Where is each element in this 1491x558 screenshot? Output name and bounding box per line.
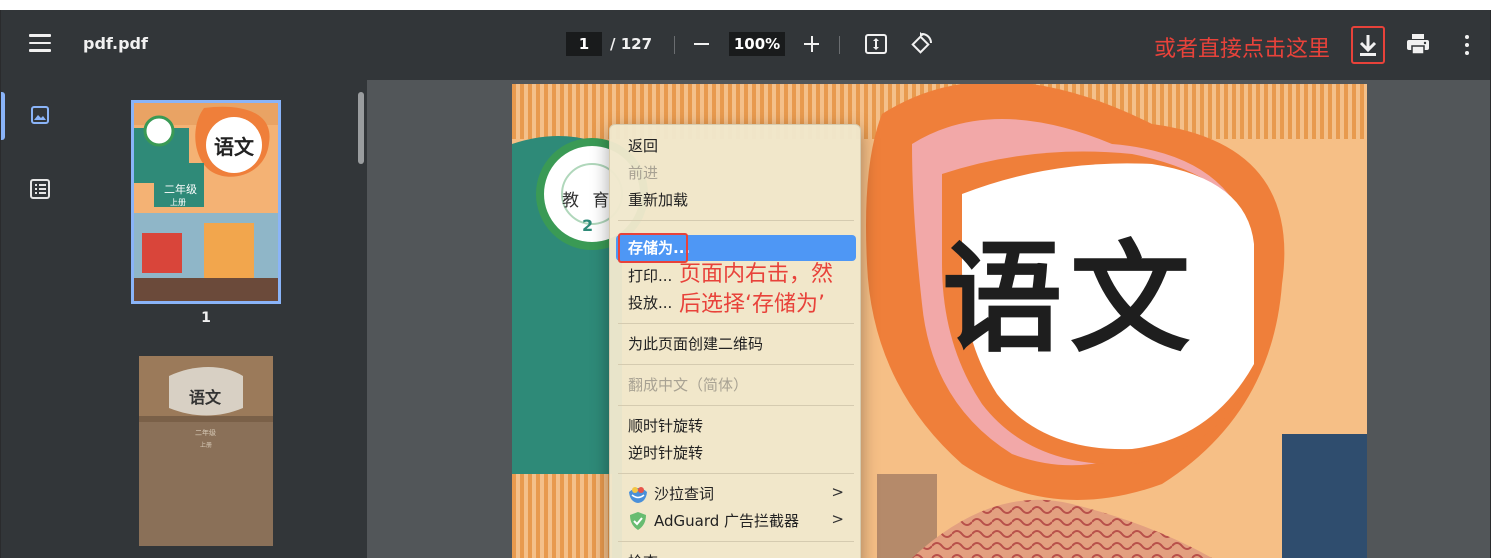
document-title: pdf.pdf <box>83 34 148 53</box>
menu-divider <box>618 220 854 221</box>
menu-item-adguard[interactable]: AdGuard 广告拦截器 <box>654 510 799 532</box>
thumbnails-icon[interactable] <box>29 104 51 126</box>
more-vert-icon[interactable] <box>1459 34 1475 56</box>
menu-item-rotate-cw[interactable]: 顺时针旋转 <box>628 415 703 437</box>
menu-item-qr-code[interactable]: 为此页面创建二维码 <box>628 333 763 355</box>
annotation-line: 后选择‘存储为’ <box>679 292 825 317</box>
thumb1-volume: 上册 <box>170 198 186 207</box>
menu-item-rotate-ccw[interactable]: 逆时针旋转 <box>628 442 703 464</box>
menu-item-inspect[interactable]: 检查 <box>628 551 658 558</box>
toolbar-divider <box>674 36 675 54</box>
rotate-icon[interactable] <box>909 32 933 56</box>
menu-divider <box>618 364 854 365</box>
download-icon[interactable] <box>1351 26 1385 64</box>
menu-icon[interactable] <box>29 34 51 54</box>
thumb1-cover-title: 语文 <box>214 135 254 159</box>
menu-item-forward[interactable]: 前进 <box>628 162 658 184</box>
zoom-in-icon[interactable] <box>801 32 823 56</box>
fit-page-icon[interactable] <box>865 34 887 54</box>
menu-item-reload[interactable]: 重新加载 <box>628 189 688 211</box>
print-icon[interactable] <box>1406 32 1430 56</box>
sidebar-active-indicator <box>1 92 5 140</box>
chevron-right-icon: > <box>831 483 844 501</box>
thumb1-grade: 二年级 <box>164 183 197 196</box>
menu-item-saladict[interactable]: 沙拉查词 <box>654 483 714 505</box>
menu-item-cast[interactable]: 投放... <box>628 292 672 314</box>
menu-item-translate[interactable]: 翻成中文（简体） <box>628 374 748 396</box>
menu-divider <box>618 473 854 474</box>
zoom-out-icon[interactable] <box>691 32 713 56</box>
page-thumbnail-1[interactable]: 语文 二年级 上册 <box>131 100 281 304</box>
thumb2-grade: 二年级 <box>195 429 216 437</box>
menu-divider <box>618 541 854 542</box>
annotation-right-click-hint: 页面内右击，然 后选择‘存储为’ <box>679 260 833 320</box>
adguard-shield-icon <box>628 511 648 531</box>
saladict-icon <box>628 484 648 504</box>
page-number-input[interactable]: 1 <box>566 32 602 56</box>
cover-badge-number: 2 <box>582 216 594 235</box>
annotation-download-hint: 或者直接点击这里 <box>1154 37 1331 62</box>
annotation-save-as-box <box>618 233 688 263</box>
sidebar-scrollbar[interactable] <box>358 92 364 164</box>
outline-icon[interactable] <box>29 178 51 200</box>
annotation-line: 页面内右击，然 <box>679 262 834 287</box>
zoom-level-input[interactable]: 100% <box>729 32 785 56</box>
document-viewer[interactable]: 教 育 2 语文 <box>367 80 1490 558</box>
menu-item-back[interactable]: 返回 <box>628 135 658 157</box>
pdf-viewer-window: pdf.pdf 1 / 127 100% 或者直接点击这里 语文 二年级 上册 … <box>0 10 1491 558</box>
chevron-right-icon: > <box>831 510 844 528</box>
toolbar: pdf.pdf 1 / 127 100% 或者直接点击这里 <box>1 10 1490 80</box>
page-total: / 127 <box>610 35 653 53</box>
menu-divider <box>618 323 854 324</box>
thumb2-volume: 上册 <box>200 442 213 449</box>
menu-divider <box>618 405 854 406</box>
thumb2-cover-title: 语文 <box>189 388 222 407</box>
cover-title-art: 语文 <box>942 228 1198 369</box>
menu-item-print[interactable]: 打印... <box>628 265 672 287</box>
context-menu: 返回 前进 重新加载 存储为... 打印... 投放... 为此页面创建二维码 … <box>609 124 861 558</box>
page-thumbnail-2[interactable]: 语文 二年级 上册 <box>139 356 273 546</box>
cover-badge-text: 教 育 <box>562 191 614 211</box>
thumbnail-sidebar: 语文 二年级 上册 1 语文 二年级 上册 <box>1 80 367 558</box>
thumbnail-page-label: 1 <box>201 310 211 326</box>
toolbar-divider <box>839 36 840 54</box>
